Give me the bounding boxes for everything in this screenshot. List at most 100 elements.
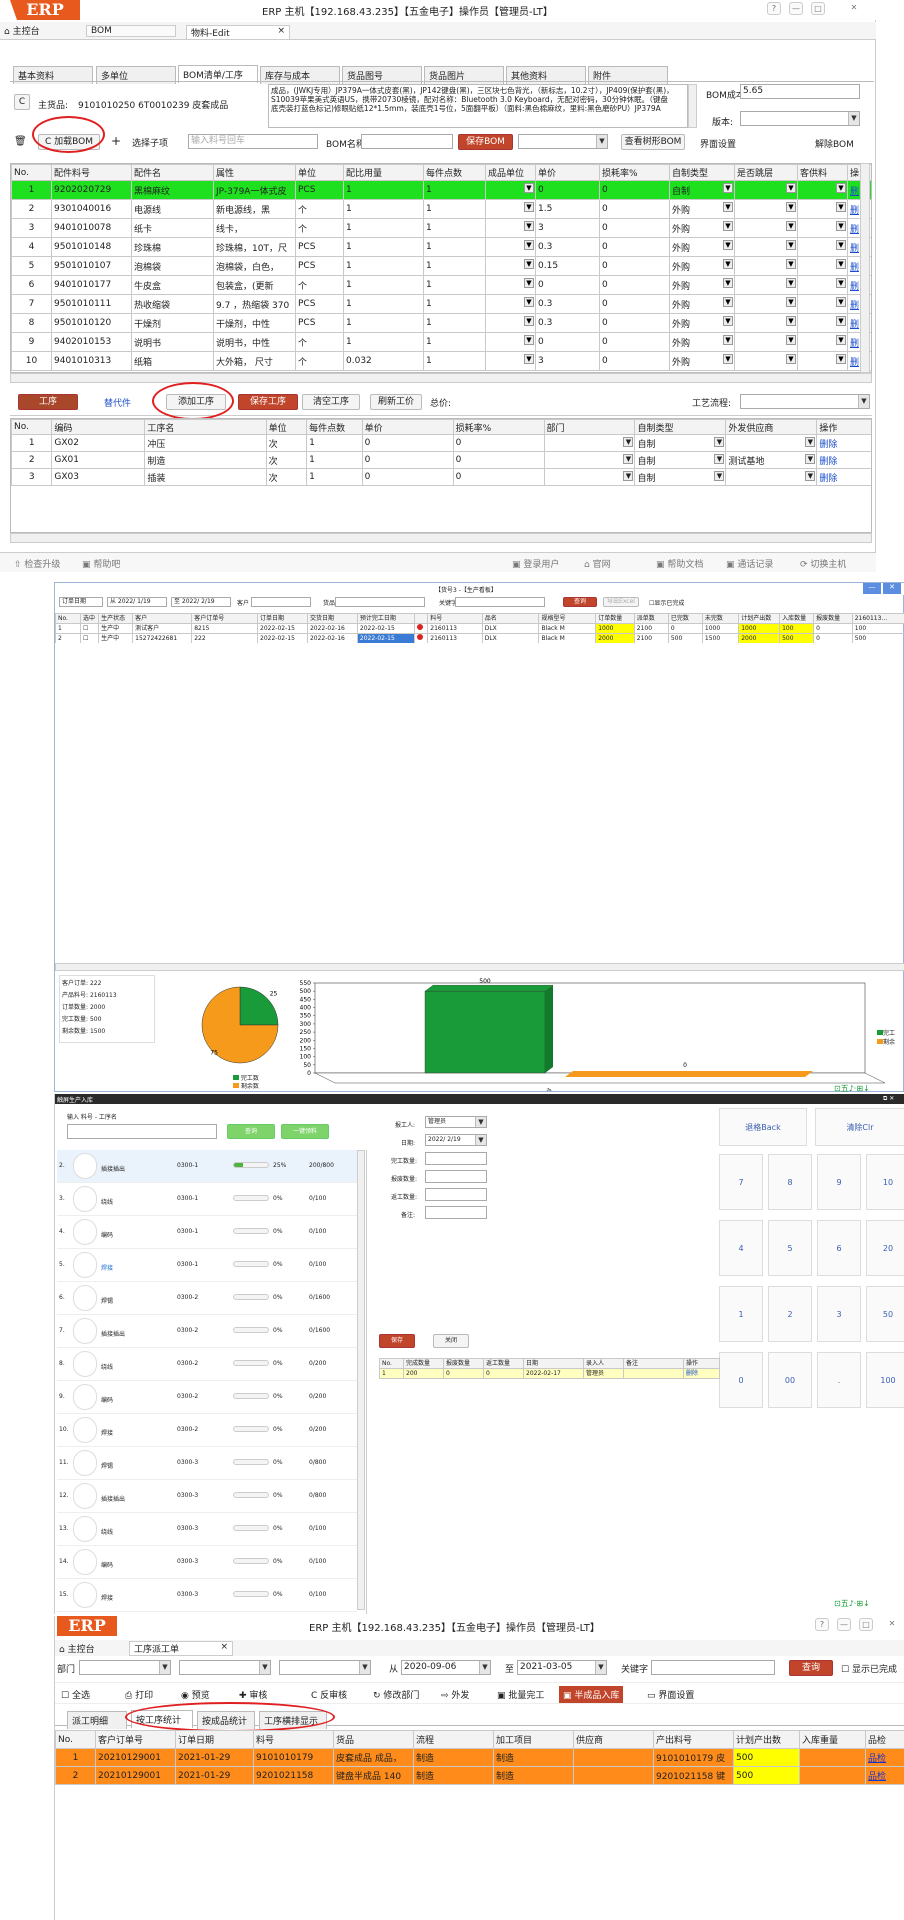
table-cell[interactable]: 9401010313	[51, 351, 132, 371]
table-cell[interactable]: 0	[599, 313, 670, 333]
table-cell[interactable]: ▼	[797, 275, 848, 295]
table-row[interactable]: 1 20210129001 2021-01-29 9101010179 皮套成品 成品，…	[55, 1748, 904, 1767]
close-icon[interactable]: ✕	[883, 583, 901, 594]
add-process-button[interactable]: 添加工序	[166, 394, 226, 410]
delete-row-link[interactable]: 删	[850, 244, 859, 254]
chevron-down-icon[interactable]: ▼	[786, 183, 796, 193]
version-select[interactable]: ▼	[740, 111, 860, 126]
table-cell[interactable]: ▼	[734, 180, 798, 200]
window-controls[interactable]: ⧉ ✕	[883, 1095, 894, 1103]
table-cell[interactable]: 1	[343, 199, 424, 219]
bom-name-field[interactable]	[361, 134, 453, 149]
chevron-down-icon[interactable]: ▼	[805, 471, 816, 481]
table-cell[interactable]: 外购 ▼	[669, 256, 735, 276]
chevron-down-icon[interactable]: ▼	[836, 278, 846, 288]
table-cell[interactable]: 删除	[816, 451, 871, 469]
keypad-key[interactable]: 5	[768, 1220, 812, 1276]
table-cell[interactable]: GX03	[51, 468, 146, 486]
table-cell[interactable]: 外购 ▼	[669, 313, 735, 333]
tab-dispatch-order[interactable]: 工序派工单 ×	[129, 1641, 233, 1656]
parts-tab[interactable]: 替代件	[104, 396, 131, 409]
table-cell[interactable]: 0	[361, 468, 454, 486]
one-click-pick-button[interactable]: 一键领料	[281, 1124, 329, 1139]
table-row[interactable]: 2 9301040016 电源线 新电源线，黑个 1 1 ▼ 1.5 0 外购 ▼ ▼ ▼ 删	[11, 199, 871, 219]
chevron-down-icon[interactable]: ▼	[786, 202, 796, 212]
table-cell[interactable]: 牛皮盒	[131, 275, 214, 295]
table-row[interactable]: 7 9501010111 热收缩袋 9.7 ，热缩袋 370 PCS 1 1 ▼ 0.3 0 外购 ▼…	[11, 294, 871, 314]
chevron-down-icon[interactable]: ▼	[836, 259, 846, 269]
chevron-down-icon[interactable]: ▼	[623, 454, 634, 464]
table-cell[interactable]: 纸卡	[131, 218, 214, 238]
keypad-key[interactable]: 100	[866, 1352, 904, 1408]
refresh-price-button[interactable]: 刷新工价	[370, 394, 422, 410]
table-cell[interactable]: 外购 ▼	[669, 199, 735, 219]
chevron-down-icon[interactable]: ▼	[723, 335, 733, 345]
chevron-down-icon[interactable]: ▼	[723, 240, 733, 250]
filter-select-3[interactable]: ▼	[279, 1660, 371, 1675]
close-icon[interactable]: ✕	[885, 1618, 899, 1631]
chevron-down-icon[interactable]: ▼	[524, 335, 534, 345]
table-cell[interactable]: ▼	[734, 313, 798, 333]
table-cell[interactable]: 自制 ▼	[669, 180, 735, 200]
chevron-down-icon[interactable]: ▼	[723, 316, 733, 326]
query-button[interactable]: 查询	[227, 1124, 275, 1139]
table-cell[interactable]: ▼	[485, 237, 536, 257]
help-docs-link[interactable]: ▣ 帮助文档	[656, 557, 703, 570]
table-cell[interactable]: 0	[452, 434, 545, 452]
chevron-down-icon[interactable]: ▼	[723, 278, 733, 288]
table-cell[interactable]: 0	[535, 275, 600, 295]
table-cell[interactable]: 0	[599, 275, 670, 295]
dept-select[interactable]: ▼	[79, 1660, 171, 1675]
list-item[interactable]: 11. 焊锡 0300-3 0% 0/800	[57, 1447, 357, 1480]
table-row[interactable]: 4 9501010148 珍珠棉 珍珠棉，10T，尺 PCS 1 1 ▼ 0.3 0 外购 ▼ ▼ ▼ 删	[11, 237, 871, 257]
table-cell[interactable]: 删除	[683, 1368, 720, 1379]
chevron-down-icon[interactable]: ▼	[836, 335, 846, 345]
table-cell[interactable]: 外购 ▼	[669, 275, 735, 295]
process-tab[interactable]: 工序	[18, 394, 78, 410]
preview-button[interactable]: ◉ 预览	[181, 1688, 210, 1701]
remark-input[interactable]	[425, 1206, 487, 1219]
keypad-key[interactable]: 50	[866, 1286, 904, 1342]
table-cell[interactable]: 个	[295, 218, 344, 238]
list-item[interactable]: 9. 编码 0300-2 0% 0/200	[57, 1381, 357, 1414]
keypad-key[interactable]: 1	[719, 1286, 763, 1342]
ui-settings-button[interactable]: 界面设置	[700, 137, 736, 150]
table-cell[interactable]: ▼	[797, 294, 848, 314]
keypad-key[interactable]: 20	[866, 1220, 904, 1276]
table-row[interactable]: 2 GX01 制造次 1 0 0 ▼ 自制 ▼ 测试基地 ▼ 删除	[11, 451, 871, 469]
switch-host-link[interactable]: ⟳ 切换主机	[800, 557, 846, 570]
table-cell[interactable]: 个	[295, 351, 344, 371]
table-row[interactable]: 8 9501010120 干燥剂 干燥剂，中性 PCS 1 1 ▼ 0.3 0 外购 ▼ ▼ ▼ 删	[11, 313, 871, 333]
from-date-field[interactable]: 从 2022/ 1/19	[107, 597, 167, 607]
table-cell[interactable]: 0	[535, 180, 600, 200]
website-link[interactable]: ⌂ 官网	[584, 557, 611, 570]
ui-settings-button[interactable]: ▭ 界面设置	[647, 1688, 694, 1701]
delete-row-link[interactable]: 删	[850, 263, 859, 273]
list-item[interactable]: 2. 插接插出 0300-1 25% 200/800	[57, 1150, 357, 1183]
list-item[interactable]: 13. 绕线 0300-3 0% 0/100	[57, 1513, 357, 1546]
from-date-picker[interactable]: 2020-09-06 ▼	[401, 1660, 491, 1675]
keypad-key[interactable]: .	[817, 1352, 861, 1408]
minimize-icon[interactable]: —	[837, 1618, 851, 1631]
scrap-qty-input[interactable]	[425, 1170, 487, 1183]
chevron-down-icon[interactable]: ▼	[714, 471, 725, 481]
chevron-down-icon[interactable]: ▼	[786, 221, 796, 231]
filter-select-2[interactable]: ▼	[179, 1660, 271, 1675]
chevron-down-icon[interactable]: ▼	[805, 454, 816, 464]
date-type-select[interactable]: 订单日期	[59, 597, 103, 607]
close-button[interactable]: 关闭	[433, 1334, 469, 1348]
list-item[interactable]: 7. 插接插出 0300-2 0% 0/1600	[57, 1315, 357, 1348]
table-cell[interactable]: 9501010107	[51, 256, 132, 276]
keypad-key[interactable]: 4	[719, 1220, 763, 1276]
table-cell[interactable]: 干燥剂，中性	[213, 313, 296, 333]
table-cell[interactable]: 品检	[865, 1766, 904, 1785]
table-cell[interactable]: 1	[423, 294, 486, 314]
help-icon[interactable]: ?	[815, 1618, 829, 1631]
chevron-down-icon[interactable]: ▼	[723, 183, 733, 193]
show-done-checkbox[interactable]: ☐ 显示已完成	[841, 1662, 897, 1675]
export-excel-button[interactable]: 导出Excel	[603, 597, 639, 607]
table-cell[interactable]: JP-379A一体式皮	[213, 180, 296, 200]
table-cell[interactable]: 冲压	[144, 434, 267, 452]
bom-vscrollbar[interactable]	[860, 163, 870, 373]
table-cell[interactable]: 9501010148	[51, 237, 132, 257]
